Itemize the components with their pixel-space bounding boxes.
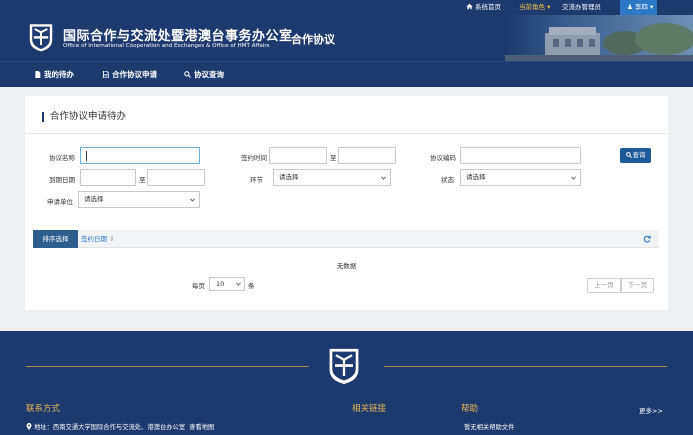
campus-banner-image: [505, 15, 693, 61]
site-header: 国际合作与交流处暨港澳台事务办公室 Office of Internationa…: [0, 15, 693, 61]
nav-agreement-query[interactable]: 协议查询: [184, 62, 224, 87]
more-link[interactable]: 更多>>: [639, 405, 663, 415]
footer-address-text: 地址：西南交通大学国际合作与交流处、港澳台办公室: [34, 424, 186, 431]
file-icon: [35, 71, 41, 78]
expire-date-to-input[interactable]: [147, 169, 205, 186]
footer-divider-right: [384, 366, 667, 367]
empty-table-message: 无数据: [336, 262, 357, 270]
sign-time-to-input[interactable]: [338, 147, 396, 164]
stage-label: 环节: [250, 176, 263, 184]
nav-my-todo[interactable]: 我的待办: [34, 62, 74, 87]
help-heading: 帮助: [461, 404, 479, 414]
main-card: 合作协议申请待办 协议名称 签约时间 至 协议编码 查询 到期日期 至 环节 请…: [25, 96, 668, 310]
search-button[interactable]: 查询: [620, 148, 651, 163]
sort-icon: ⇕: [109, 235, 115, 243]
table-toolbar: 排序选择 签约日期 ⇕: [33, 230, 659, 248]
sort-by-sign-date-label: 签约日期: [81, 235, 107, 243]
status-select[interactable]: 请选择: [460, 169, 581, 186]
main-nav: 我的待办 合作协议申请 协议查询: [0, 61, 693, 87]
university-logo-icon: [29, 24, 53, 52]
text-caret: [86, 151, 87, 161]
user-menu[interactable]: ♟ 李四 ▾: [620, 0, 657, 15]
applicant-unit-select[interactable]: 请选择: [78, 191, 200, 208]
sort-select-tab[interactable]: 排序选择: [33, 230, 78, 248]
search-button-label: 查询: [632, 151, 646, 159]
expire-date-from-input[interactable]: [80, 169, 136, 186]
view-map-link[interactable]: 查看地图: [189, 424, 214, 431]
status-select-value: 请选择: [466, 173, 486, 181]
status-label: 状态: [441, 176, 454, 184]
caret-down-icon: ▾: [647, 3, 654, 11]
current-role-label[interactable]: 当前角色 ▾: [519, 0, 550, 15]
office-title-en: Office of International Cooperation and …: [63, 43, 270, 49]
document-icon: [102, 70, 109, 79]
search-icon: [184, 71, 191, 78]
sign-time-label: 签约时间: [241, 154, 267, 162]
chevron-down-icon: [571, 176, 576, 180]
agreement-name-input[interactable]: [80, 147, 200, 164]
stage-select-value: 请选择: [279, 173, 299, 181]
nav-agreement-apply[interactable]: 合作协议申请: [102, 62, 157, 87]
sign-time-separator: 至: [330, 154, 337, 162]
chevron-down-icon: [190, 198, 195, 202]
top-strip: 系统首页 当前角色 ▾ 交流办管理员 ♟ 李四 ▾: [0, 0, 693, 15]
prev-page-button[interactable]: 上一页: [587, 278, 621, 293]
system-home-label: 系统首页: [475, 3, 501, 11]
nav-agreement-query-label: 协议查询: [194, 70, 224, 79]
help-text: 暂无相关帮助文件: [464, 424, 515, 431]
title-divider: [25, 133, 668, 134]
nav-agreement-apply-label: 合作协议申请: [112, 70, 157, 79]
office-title-cn: 国际合作与交流处暨港澳台事务办公室: [63, 29, 293, 44]
user-name: 李四: [634, 3, 648, 11]
agreement-code-label: 协议编码: [430, 154, 456, 162]
caret-down-icon: ▾: [545, 3, 551, 11]
sign-time-from-input[interactable]: [269, 147, 327, 164]
search-icon: [625, 152, 632, 158]
footer-divider-left: [26, 366, 309, 367]
chevron-down-icon: [236, 282, 241, 286]
current-role-text: 当前角色: [519, 3, 545, 11]
sort-by-sign-date[interactable]: 签约日期 ⇕: [81, 230, 114, 248]
per-page-select[interactable]: 10: [209, 277, 245, 291]
user-icon: ♟: [627, 3, 635, 11]
university-logo-icon: [329, 348, 359, 384]
site-footer: 联系方式 相关链接 帮助 更多>> 地址：西南交通大学国际合作与交流处、港澳台办…: [0, 331, 693, 435]
chevron-down-icon: [381, 176, 386, 180]
system-name: 合作协议: [291, 33, 335, 46]
role-name: 交流办管理员: [562, 3, 601, 11]
expire-date-label: 到期日期: [49, 176, 75, 184]
per-page-label: 每页: [192, 282, 205, 290]
stage-select[interactable]: 请选择: [273, 169, 391, 186]
applicant-unit-label: 申请单位: [47, 198, 73, 206]
applicant-unit-select-value: 请选择: [84, 195, 104, 203]
per-page-unit: 条: [248, 282, 255, 290]
system-home-link[interactable]: 系统首页: [466, 0, 501, 15]
per-page-value: 10: [216, 280, 225, 288]
nav-my-todo-label: 我的待办: [44, 70, 74, 79]
agreement-code-input[interactable]: [460, 147, 581, 164]
footer-address: 地址：西南交通大学国际合作与交流处、港澳台办公室 查看地图: [26, 422, 214, 431]
agreement-name-label: 协议名称: [49, 154, 75, 162]
next-page-button[interactable]: 下一页: [621, 278, 654, 293]
expire-date-separator: 至: [139, 176, 146, 184]
links-heading: 相关链接: [352, 404, 387, 414]
refresh-icon[interactable]: [643, 235, 651, 243]
page-title: 合作协议申请待办: [42, 112, 126, 122]
home-icon: [466, 3, 473, 10]
contact-heading: 联系方式: [26, 404, 61, 414]
location-pin-icon: [26, 423, 32, 430]
